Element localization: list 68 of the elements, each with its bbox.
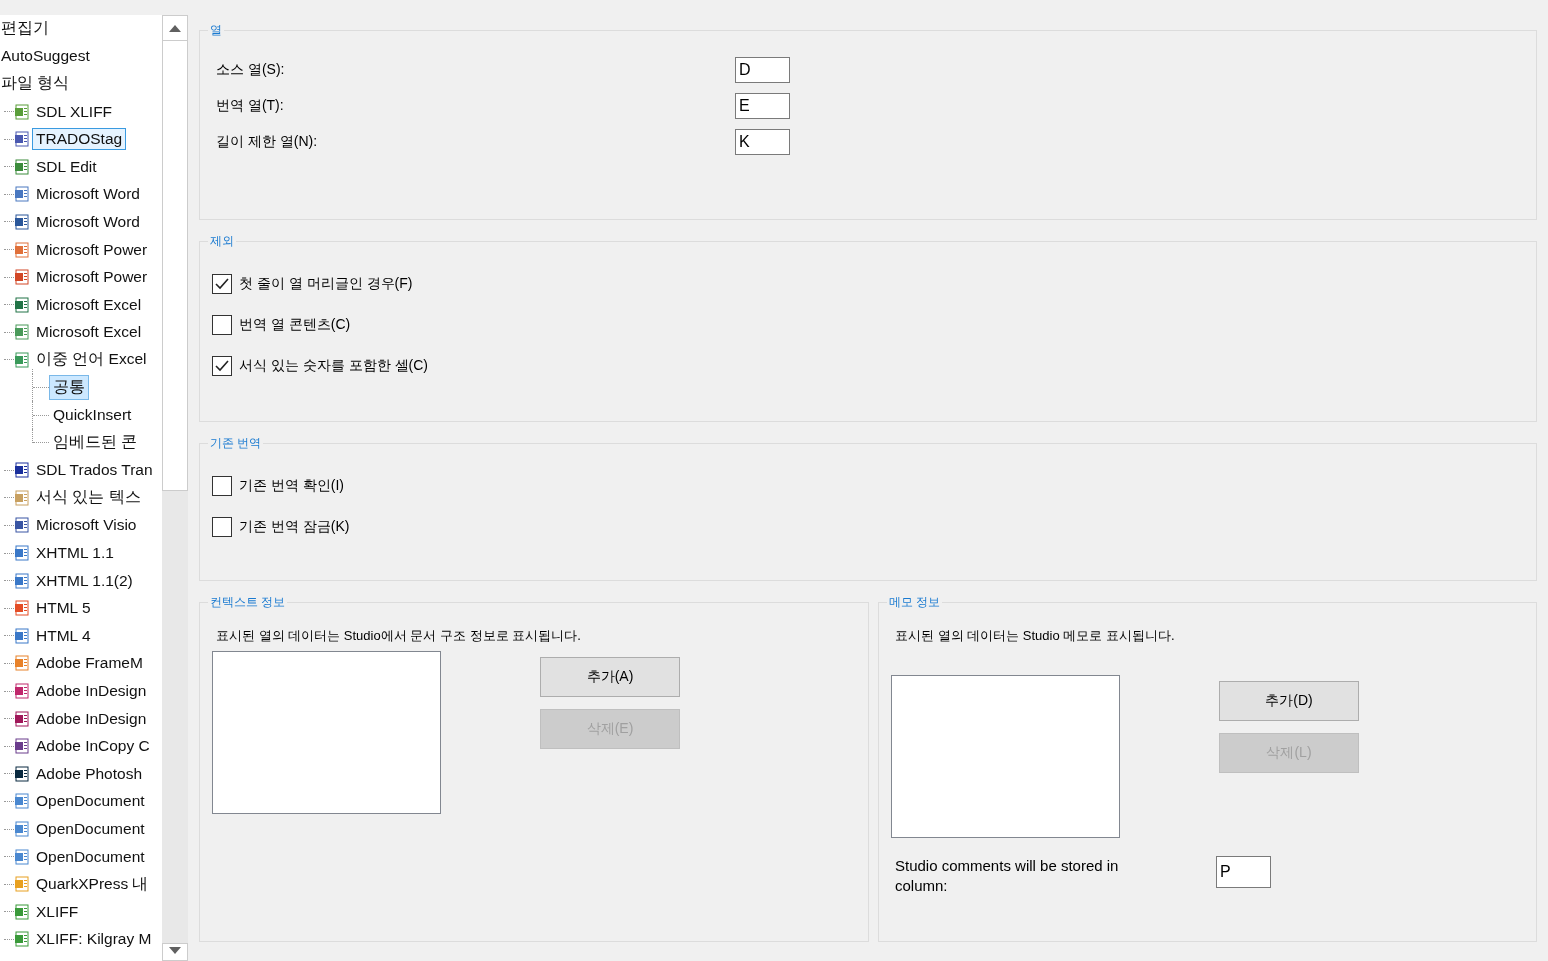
scroll-up-button[interactable] xyxy=(162,15,188,41)
tree-item[interactable]: Adobe InCopy C xyxy=(32,735,154,758)
description-text: 표시된 열의 데이터는 Studio 메모로 표시됩니다. xyxy=(894,627,1176,645)
comment-column-label: Studio comments will be stored in column: xyxy=(895,856,1120,896)
input-field[interactable]: E xyxy=(735,93,790,119)
list-box[interactable] xyxy=(212,651,441,814)
tree-item[interactable]: 임베드된 콘 xyxy=(49,430,142,456)
tree-item[interactable]: XHTML 1.1(2) xyxy=(32,569,137,592)
group-title: 열 xyxy=(209,22,223,39)
tree-item[interactable]: 공통 xyxy=(49,375,89,400)
checkbox-label: 기존 번역 확인(I) xyxy=(239,477,344,495)
group-title: 메모 정보 xyxy=(888,594,942,611)
tree-item[interactable]: Microsoft Visio xyxy=(32,514,141,537)
group-title: 컨텍스트 정보 xyxy=(209,594,287,611)
checkbox[interactable] xyxy=(212,315,232,335)
list-box[interactable] xyxy=(891,675,1120,838)
tree-item[interactable]: HTML 4 xyxy=(32,624,95,647)
tree-item[interactable]: SDL Edit xyxy=(32,155,101,178)
checkbox-label: 기존 번역 잠금(K) xyxy=(239,518,350,536)
tree-item[interactable]: XLIFF xyxy=(32,900,83,923)
tree-item[interactable]: 편집기 xyxy=(0,16,53,42)
tree-item[interactable]: Microsoft Word xyxy=(32,183,144,206)
tree-item[interactable]: AutoSuggest xyxy=(0,45,94,68)
tree-item[interactable]: QuickInsert xyxy=(49,404,136,427)
group-title: 제외 xyxy=(209,233,235,250)
tree-item[interactable]: Adobe FrameM xyxy=(32,652,147,675)
tree-item[interactable]: SDL Trados Tran xyxy=(32,459,157,482)
input-field[interactable]: D xyxy=(735,57,790,83)
tree-item[interactable]: XLIFF: Kilgray M xyxy=(32,928,156,951)
tree-item[interactable]: 서식 있는 텍스 xyxy=(32,485,145,511)
tree-item[interactable]: SDL XLIFF xyxy=(32,100,117,123)
field-label: 번역 열(T): xyxy=(216,97,285,115)
checkbox-label: 서식 있는 숫자를 포함한 셀(C) xyxy=(239,357,428,375)
tree-item[interactable]: 파일 형식 xyxy=(0,71,74,97)
tree-item[interactable]: HTML 5 xyxy=(32,597,95,620)
scroll-down-button[interactable] xyxy=(162,943,188,961)
tree-item[interactable]: TRADOStag xyxy=(32,128,127,151)
field-label: 길이 제한 열(N): xyxy=(216,133,319,151)
action-button[interactable]: 추가(A) xyxy=(540,657,680,697)
tree-item[interactable]: Microsoft Excel xyxy=(32,321,146,344)
group-title: 기존 번역 xyxy=(209,435,263,452)
description-text: 표시된 열의 데이터는 Studio에서 문서 구조 정보로 표시됩니다. xyxy=(215,627,582,645)
field-label: 소스 열(S): xyxy=(216,61,286,79)
caret-up-icon xyxy=(169,24,181,32)
checkbox[interactable] xyxy=(212,517,232,537)
tree-item[interactable]: Microsoft Power xyxy=(32,238,152,261)
checkbox[interactable] xyxy=(212,274,232,294)
tree-item[interactable]: OpenDocument xyxy=(32,790,149,813)
checkbox[interactable] xyxy=(212,476,232,496)
tree-item[interactable]: Microsoft Word xyxy=(32,210,144,233)
tree-item[interactable]: Adobe Photosh xyxy=(32,762,146,785)
tree-item[interactable]: Microsoft Excel xyxy=(32,293,146,316)
input-field[interactable]: K xyxy=(735,129,790,155)
scrollbar-thumb[interactable] xyxy=(162,41,188,491)
input-field[interactable]: P xyxy=(1216,856,1271,888)
action-button[interactable]: 추가(D) xyxy=(1219,681,1359,721)
tree-item[interactable]: Adobe InDesign xyxy=(32,707,151,730)
checkbox[interactable] xyxy=(212,356,232,376)
caret-down-icon xyxy=(169,947,181,954)
tree-item[interactable]: Adobe InDesign xyxy=(32,680,151,703)
tree-item[interactable]: QuarkXPress 내 xyxy=(32,871,153,897)
tree-item[interactable]: 이중 언어 Excel xyxy=(32,347,151,373)
tree-item[interactable]: XHTML 1.1 xyxy=(32,542,118,565)
tree-item[interactable]: Microsoft Power xyxy=(32,266,152,289)
checkbox-label: 첫 줄이 열 머리글인 경우(F) xyxy=(239,275,413,293)
checkbox-label: 번역 열 콘텐츠(C) xyxy=(239,316,351,334)
tree-item[interactable]: OpenDocument xyxy=(32,818,149,840)
tree-item[interactable]: OpenDocument xyxy=(32,845,149,868)
